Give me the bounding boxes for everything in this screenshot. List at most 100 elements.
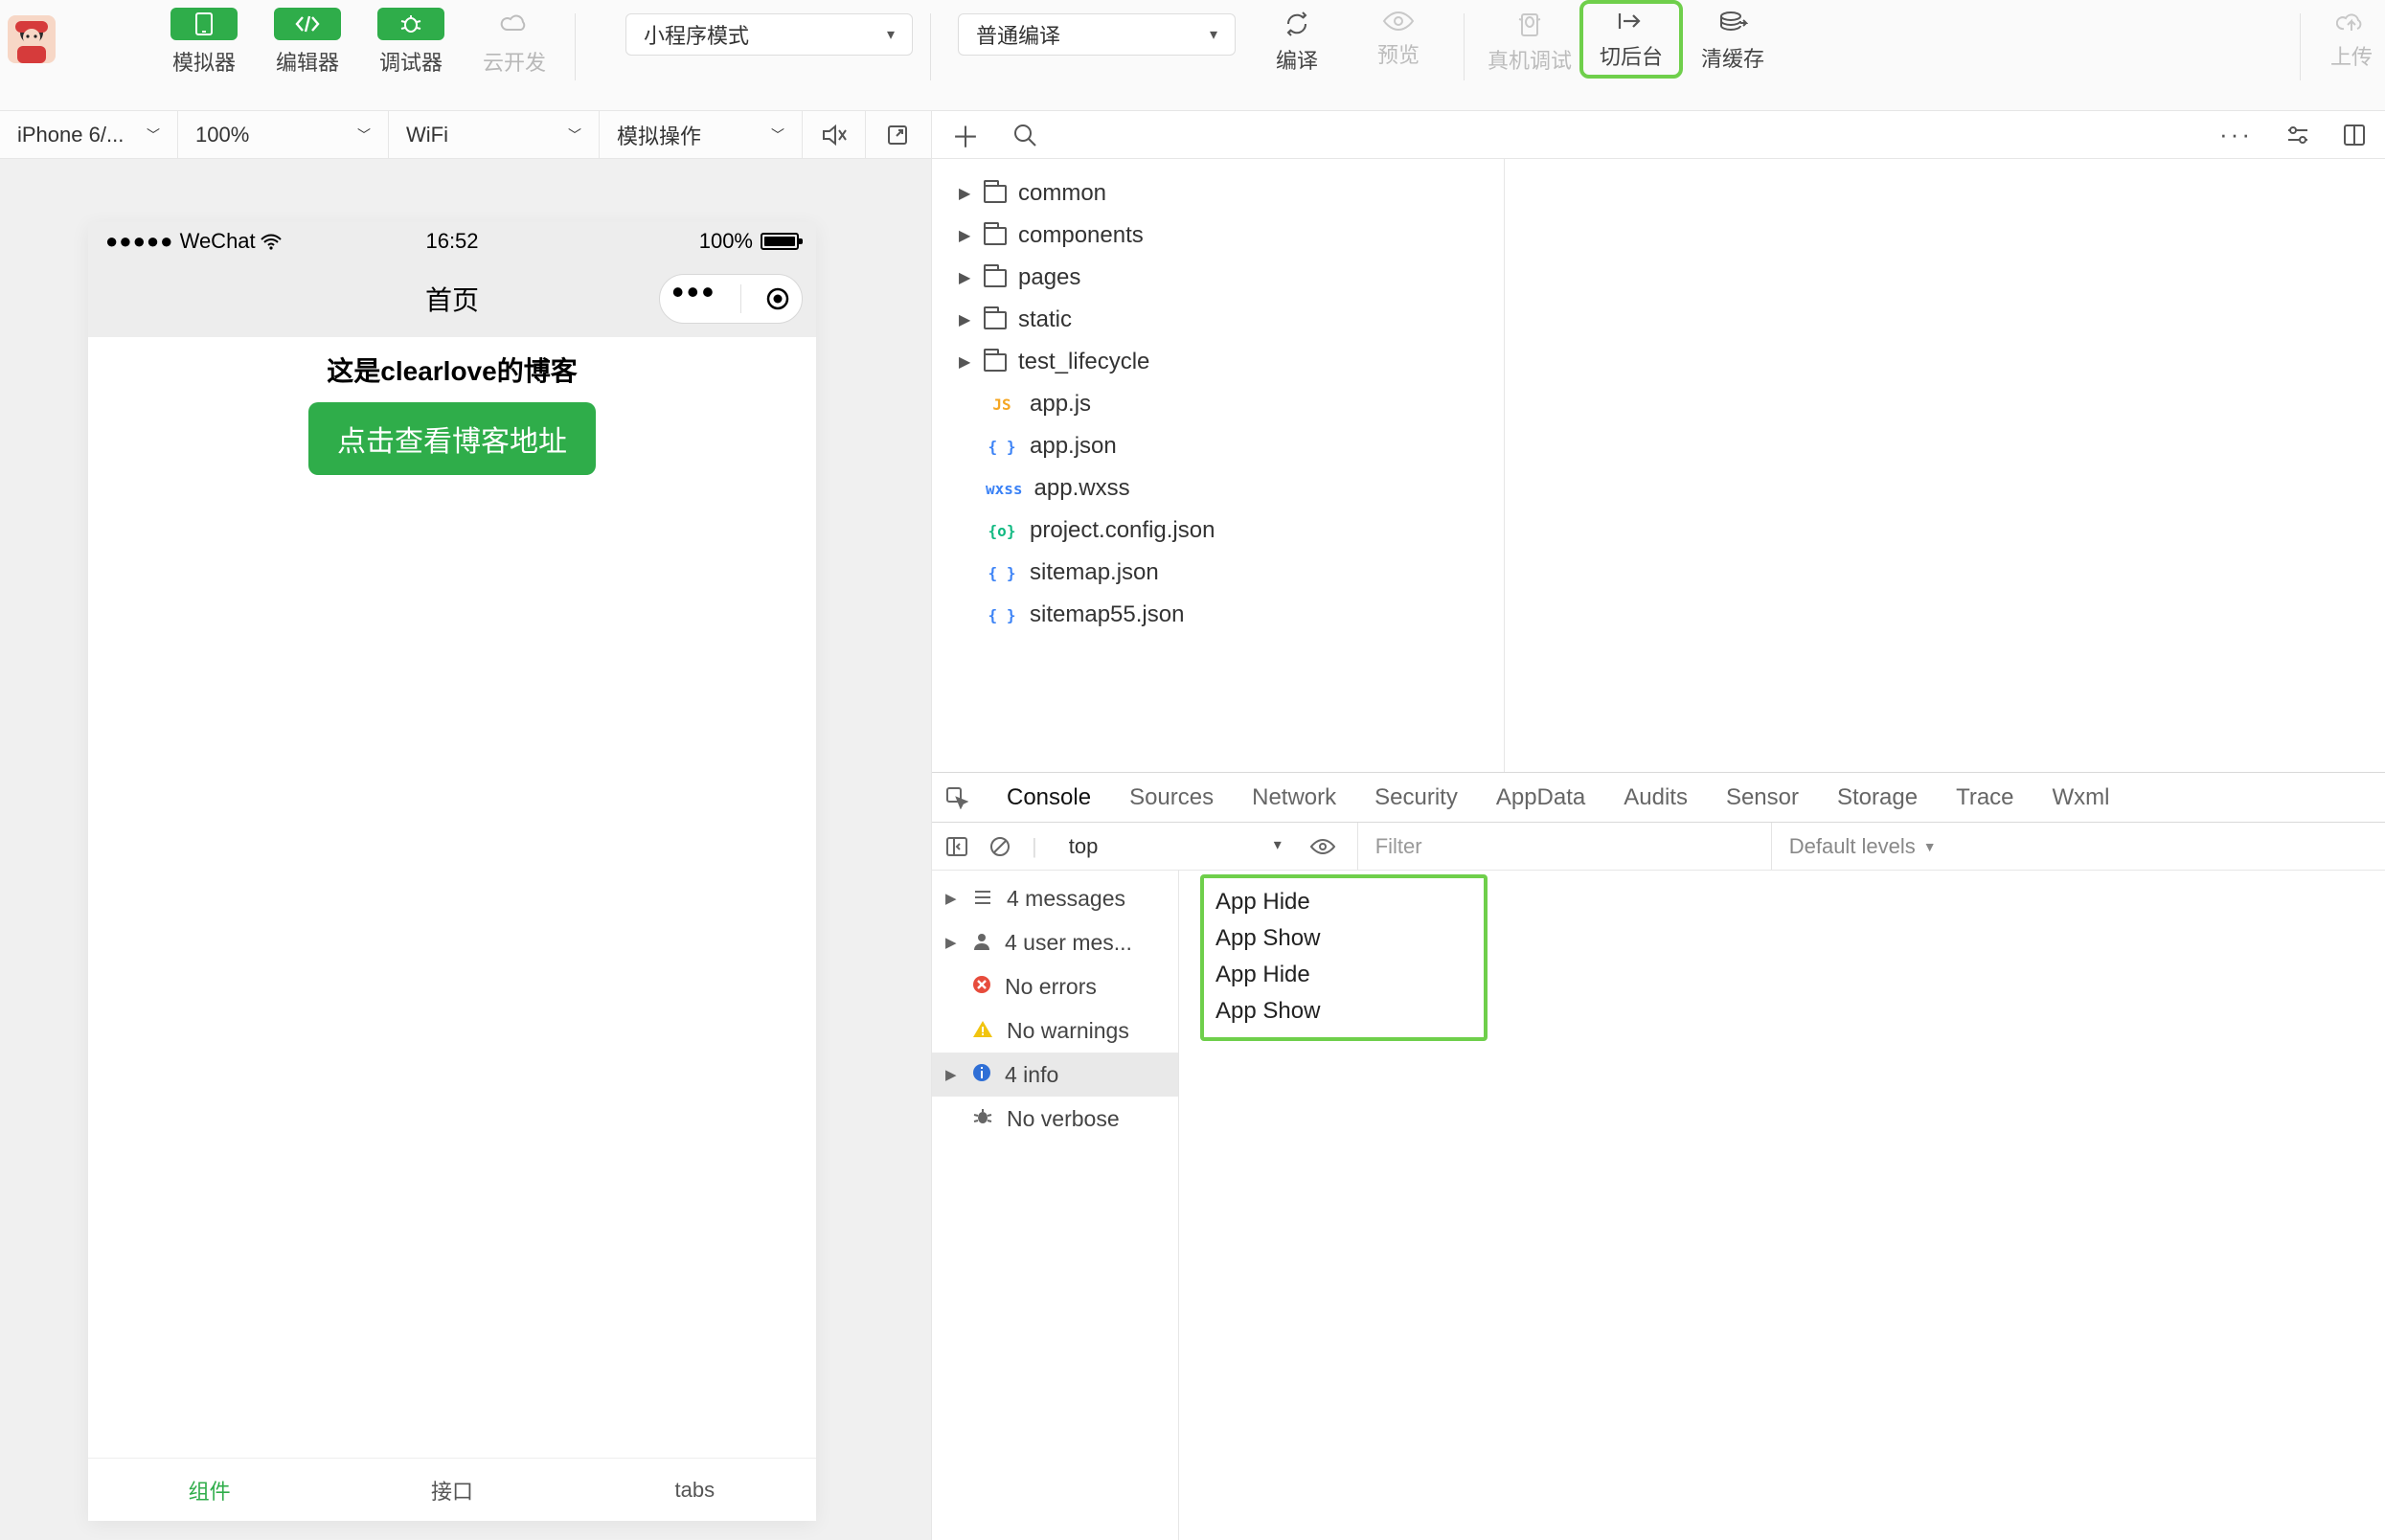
tab-storage[interactable]: Storage	[1837, 784, 1918, 811]
editor-label: 编辑器	[276, 46, 339, 77]
file-row[interactable]: JSapp.js	[932, 383, 1504, 425]
phone-tabbar: 组件 接口 tabs	[88, 1458, 816, 1521]
sidebar-toggle-icon[interactable]	[945, 836, 968, 857]
console-side-row[interactable]: ▶4 user mes...	[932, 920, 1178, 964]
compile-button[interactable]: 编译	[1249, 10, 1345, 75]
separator	[2300, 13, 2301, 80]
console-side-row[interactable]: No verbose	[932, 1097, 1178, 1141]
tab-console[interactable]: Console	[1007, 784, 1091, 811]
tab-appdata[interactable]: AppData	[1496, 784, 1585, 811]
simulator-tab[interactable]: 模拟器	[161, 8, 247, 77]
cloud-tab[interactable]: 云开发	[471, 8, 557, 77]
folder-row[interactable]: ▶static	[932, 299, 1504, 341]
filetype-icon: { }	[986, 606, 1018, 624]
folder-row[interactable]: ▶common	[932, 172, 1504, 215]
upload-button[interactable]: 上传	[2318, 10, 2385, 71]
cloud-label: 云开发	[483, 46, 546, 77]
settings-icon[interactable]	[2285, 125, 2310, 146]
side-label: No verbose	[1007, 1106, 1120, 1132]
more-icon[interactable]: ···	[2219, 120, 2253, 149]
devtools: Console Sources Network Security AppData…	[932, 772, 2385, 1540]
view-blog-button[interactable]: 点击查看博客地址	[308, 402, 596, 475]
folder-icon	[984, 353, 1007, 372]
file-label: project.config.json	[1030, 517, 1215, 544]
tab-api[interactable]: 接口	[330, 1459, 573, 1521]
tab-wxml[interactable]: Wxml	[2053, 784, 2110, 811]
clear-cache-button[interactable]: 清缓存	[1685, 10, 1781, 75]
file-row[interactable]: wxssapp.wxss	[932, 467, 1504, 510]
levels-select[interactable]: Default levels▼	[1771, 823, 1937, 870]
eye-icon[interactable]	[1309, 837, 1336, 856]
debugger-label: 调试器	[379, 46, 443, 77]
console-toolbar: | top Filter Default levels▼	[932, 823, 2385, 871]
battery-icon	[761, 233, 799, 250]
simulator-icon	[170, 8, 238, 40]
mode-combo[interactable]: 小程序模式 ▾	[625, 13, 913, 56]
device-select[interactable]: iPhone 6/...﹀	[0, 111, 178, 158]
console-sidebar[interactable]: ▶4 messages▶4 user mes... No errors No war…	[932, 871, 1179, 1540]
editor-icon	[274, 8, 341, 40]
preview-label: 预览	[1377, 38, 1420, 69]
compile-combo-label: 普通编译	[976, 19, 1060, 50]
debugger-tab[interactable]: 调试器	[368, 8, 454, 77]
tab-security[interactable]: Security	[1374, 784, 1458, 811]
separator	[740, 284, 741, 313]
folder-row[interactable]: ▶pages	[932, 257, 1504, 299]
compile-combo[interactable]: 普通编译 ▾	[958, 13, 1236, 56]
file-row[interactable]: { }sitemap55.json	[932, 594, 1504, 636]
tab-audits[interactable]: Audits	[1624, 784, 1688, 811]
background-label: 切后台	[1600, 40, 1663, 71]
filetype-icon: { }	[986, 438, 1018, 456]
cloud-icon	[481, 8, 548, 40]
chevron-down-icon: ﹀	[771, 125, 784, 145]
tab-sources[interactable]: Sources	[1129, 784, 1214, 811]
folder-row[interactable]: ▶components	[932, 215, 1504, 257]
network-select[interactable]: WiFi﹀	[389, 111, 600, 158]
new-file-button[interactable]: ＋	[951, 114, 980, 156]
simop-select[interactable]: 模拟操作 ﹀	[600, 111, 803, 158]
popout-button[interactable]	[866, 111, 929, 158]
tab-trace[interactable]: Trace	[1956, 784, 2013, 811]
separator	[1464, 13, 1465, 80]
folder-icon	[984, 311, 1007, 329]
context-select[interactable]: top	[1058, 831, 1288, 862]
tab-tabs[interactable]: tabs	[574, 1459, 816, 1521]
console-side-row[interactable]: No warnings	[932, 1008, 1178, 1053]
search-icon[interactable]	[1012, 123, 1037, 147]
file-tree[interactable]: ▶common▶components▶pages▶static▶test_lif…	[932, 159, 1504, 772]
remote-debug-button[interactable]: 真机调试	[1482, 10, 1578, 75]
side-label: No warnings	[1007, 1018, 1129, 1044]
tab-network[interactable]: Network	[1252, 784, 1336, 811]
simop-label: 模拟操作	[617, 120, 701, 150]
log-line: App Show	[1215, 993, 1472, 1030]
console-side-row[interactable]: ▶4 info	[932, 1053, 1178, 1097]
folder-label: static	[1018, 306, 1072, 333]
console-side-row[interactable]: No errors	[932, 964, 1178, 1008]
preview-button[interactable]: 预览	[1351, 10, 1446, 75]
side-label: No errors	[1005, 974, 1097, 1000]
chevron-down-icon: ▾	[1171, 25, 1217, 44]
tab-sensor[interactable]: Sensor	[1726, 784, 1799, 811]
debugger-icon	[377, 8, 444, 40]
explorer-toolbar: ＋ ···	[932, 111, 2385, 159]
layout-icon[interactable]	[2343, 124, 2366, 147]
console-side-row[interactable]: ▶4 messages	[932, 876, 1178, 920]
editor-tab[interactable]: 编辑器	[264, 8, 351, 77]
filter-input[interactable]: Filter	[1357, 823, 1750, 870]
log-highlight: App HideApp ShowApp HideApp Show	[1200, 874, 1488, 1041]
file-row[interactable]: {o}project.config.json	[932, 510, 1504, 552]
mute-button[interactable]	[803, 111, 866, 158]
target-icon[interactable]	[765, 286, 790, 311]
background-button[interactable]: 切后台	[1583, 4, 1679, 75]
zoom-select[interactable]: 100%﹀	[178, 111, 389, 158]
file-row[interactable]: { }app.json	[932, 425, 1504, 467]
file-row[interactable]: { }sitemap.json	[932, 552, 1504, 594]
phone-statusbar: ●●●●● WeChat 16:52 100%	[88, 222, 816, 260]
clear-console-icon[interactable]	[989, 836, 1011, 857]
inspect-icon[interactable]	[945, 786, 968, 809]
folder-row[interactable]: ▶test_lifecycle	[932, 341, 1504, 383]
capsule-menu[interactable]: •••	[659, 274, 803, 324]
avatar[interactable]	[8, 15, 56, 63]
filetype-icon: wxss	[986, 480, 1023, 498]
tab-components[interactable]: 组件	[88, 1459, 330, 1521]
